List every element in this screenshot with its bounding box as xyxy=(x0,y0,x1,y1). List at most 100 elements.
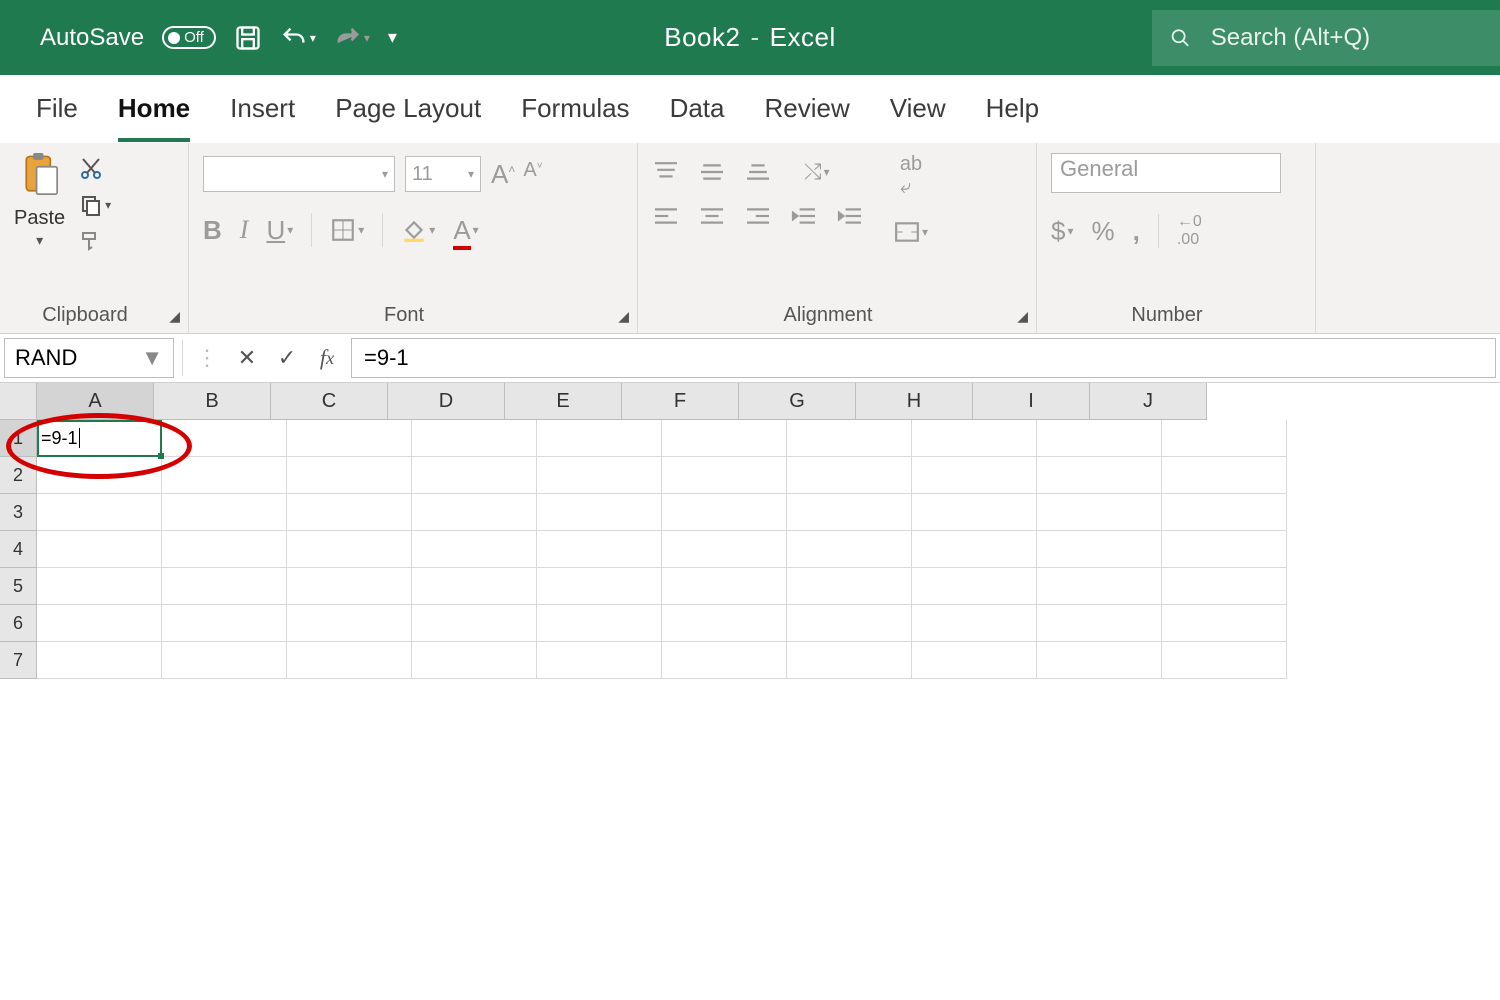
cut-icon[interactable] xyxy=(79,157,103,181)
select-all-triangle[interactable] xyxy=(0,383,37,420)
cell[interactable] xyxy=(662,568,787,605)
cell[interactable] xyxy=(787,420,912,457)
fill-color-button[interactable]: ▾ xyxy=(401,217,435,243)
cell[interactable] xyxy=(912,642,1037,679)
cell[interactable] xyxy=(1037,568,1162,605)
cell[interactable]: =9-1 xyxy=(37,420,162,457)
cell[interactable] xyxy=(912,420,1037,457)
column-header[interactable]: F xyxy=(622,383,739,420)
column-header[interactable]: H xyxy=(856,383,973,420)
cell[interactable] xyxy=(287,457,412,494)
cell[interactable] xyxy=(1162,568,1287,605)
column-header[interactable]: B xyxy=(154,383,271,420)
orientation-button[interactable]: ⤭▾ xyxy=(804,159,830,185)
formula-input[interactable] xyxy=(351,338,1496,378)
name-box[interactable]: RAND▼ xyxy=(4,338,174,378)
alignment-launcher[interactable]: ◢ xyxy=(1017,308,1028,325)
align-left-icon[interactable] xyxy=(652,205,680,227)
increase-indent-icon[interactable] xyxy=(836,205,864,227)
cell[interactable] xyxy=(912,531,1037,568)
cell[interactable] xyxy=(1037,531,1162,568)
row-header[interactable]: 3 xyxy=(0,494,37,531)
cell[interactable] xyxy=(162,494,287,531)
cell[interactable] xyxy=(912,568,1037,605)
paste-button[interactable]: Paste ▾ xyxy=(14,153,65,249)
cell[interactable] xyxy=(662,531,787,568)
align-bottom-icon[interactable] xyxy=(744,161,772,183)
tab-help[interactable]: Help xyxy=(986,93,1039,142)
redo-button[interactable]: ▾ xyxy=(334,24,370,52)
font-size-dropdown[interactable]: 11▾ xyxy=(405,156,481,192)
cell[interactable] xyxy=(662,457,787,494)
cell[interactable] xyxy=(162,605,287,642)
column-header[interactable]: E xyxy=(505,383,622,420)
cell[interactable] xyxy=(787,605,912,642)
cell[interactable] xyxy=(787,568,912,605)
comma-format-button[interactable]: , xyxy=(1133,216,1140,247)
tab-insert[interactable]: Insert xyxy=(230,93,295,142)
copy-button[interactable]: ▾ xyxy=(79,193,111,217)
border-button[interactable]: ▾ xyxy=(330,217,364,243)
column-header[interactable]: A xyxy=(37,383,154,420)
tab-file[interactable]: File xyxy=(36,93,78,142)
cell[interactable] xyxy=(287,420,412,457)
cell[interactable] xyxy=(537,494,662,531)
cell[interactable] xyxy=(662,605,787,642)
column-header[interactable]: G xyxy=(739,383,856,420)
cell[interactable] xyxy=(162,568,287,605)
cell[interactable] xyxy=(162,420,287,457)
cell[interactable] xyxy=(1162,642,1287,679)
cell[interactable] xyxy=(287,642,412,679)
tab-page-layout[interactable]: Page Layout xyxy=(335,93,481,142)
wrap-text-icon[interactable]: ab⤶ xyxy=(900,153,922,199)
cell[interactable] xyxy=(662,494,787,531)
cell[interactable] xyxy=(287,605,412,642)
tab-home[interactable]: Home xyxy=(118,93,190,142)
cell[interactable] xyxy=(412,494,537,531)
row-header[interactable]: 6 xyxy=(0,605,37,642)
qat-customize[interactable]: ▾ xyxy=(388,27,397,48)
cell[interactable] xyxy=(287,568,412,605)
column-header[interactable]: I xyxy=(973,383,1090,420)
format-painter-icon[interactable] xyxy=(79,229,103,253)
row-header[interactable]: 1 xyxy=(0,420,37,457)
tab-formulas[interactable]: Formulas xyxy=(521,93,629,142)
search-input[interactable] xyxy=(1209,23,1482,53)
cell[interactable] xyxy=(1037,605,1162,642)
cell[interactable] xyxy=(287,494,412,531)
insert-function-button[interactable]: fx xyxy=(307,334,347,382)
cell[interactable] xyxy=(537,420,662,457)
cell[interactable] xyxy=(412,568,537,605)
cell[interactable] xyxy=(1037,420,1162,457)
decrease-indent-icon[interactable] xyxy=(790,205,818,227)
percent-format-button[interactable]: % xyxy=(1092,216,1115,247)
enter-icon[interactable]: ✓ xyxy=(267,334,307,382)
accounting-format-button[interactable]: $▾ xyxy=(1051,216,1074,247)
column-header[interactable]: D xyxy=(388,383,505,420)
decrease-font-icon[interactable]: A˅ xyxy=(523,159,542,190)
cell[interactable] xyxy=(162,531,287,568)
cell[interactable] xyxy=(1037,457,1162,494)
autosave-toggle[interactable]: Off xyxy=(162,26,216,49)
cell[interactable] xyxy=(37,605,162,642)
tab-data[interactable]: Data xyxy=(670,93,725,142)
search-box[interactable] xyxy=(1152,10,1500,66)
cell[interactable] xyxy=(1162,457,1287,494)
cell[interactable] xyxy=(1162,531,1287,568)
cell[interactable] xyxy=(537,457,662,494)
cell[interactable] xyxy=(162,642,287,679)
cell[interactable] xyxy=(412,457,537,494)
clipboard-launcher[interactable]: ◢ xyxy=(169,308,180,325)
cell[interactable] xyxy=(1037,494,1162,531)
cell[interactable] xyxy=(37,642,162,679)
cell[interactable] xyxy=(912,494,1037,531)
cell[interactable] xyxy=(537,642,662,679)
column-header[interactable]: C xyxy=(271,383,388,420)
cancel-icon[interactable]: ✕ xyxy=(227,334,267,382)
cell[interactable] xyxy=(1162,420,1287,457)
cell[interactable] xyxy=(662,420,787,457)
number-format-dropdown[interactable]: General xyxy=(1051,153,1281,193)
column-header[interactable]: J xyxy=(1090,383,1207,420)
cell[interactable] xyxy=(912,457,1037,494)
cell[interactable] xyxy=(1037,642,1162,679)
